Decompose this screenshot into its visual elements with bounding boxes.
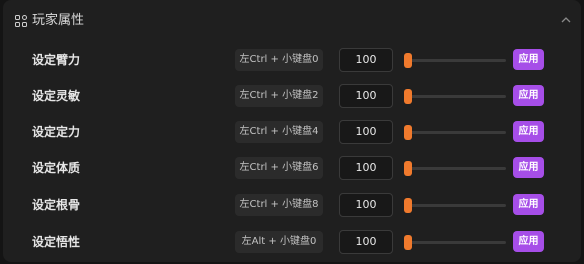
attribute-slider[interactable] (404, 158, 506, 178)
slider-thumb[interactable] (404, 198, 412, 213)
attribute-label: 设定灵敏 (32, 89, 81, 103)
attribute-label: 设定体质 (32, 161, 81, 175)
hotkey-badge[interactable]: 左Ctrl + 小键盘2 (235, 85, 323, 107)
attribute-slider[interactable] (404, 122, 506, 142)
attribute-row: 设定根骨 左Ctrl + 小键盘8 100 应用 (3, 189, 581, 221)
apply-button[interactable]: 应用 (513, 85, 544, 106)
hotkey-badge[interactable]: 左Ctrl + 小键盘0 (235, 49, 323, 71)
slider-thumb[interactable] (404, 89, 412, 104)
attribute-row: 设定悟性 左Alt + 小键盘0 100 应用 (3, 226, 581, 258)
panel-title: 玩家属性 (32, 13, 85, 28)
slider-thumb[interactable] (404, 161, 412, 176)
slider-thumb[interactable] (404, 125, 412, 140)
attribute-label: 设定定力 (32, 125, 81, 139)
attribute-row: 设定体质 左Ctrl + 小键盘6 100 应用 (3, 152, 581, 184)
attribute-label: 设定悟性 (32, 235, 81, 249)
attribute-row: 设定定力 左Ctrl + 小键盘4 100 应用 (3, 116, 581, 148)
panel-header[interactable]: 玩家属性 (3, 0, 581, 42)
attribute-slider[interactable] (404, 86, 506, 106)
hotkey-badge[interactable]: 左Ctrl + 小键盘4 (235, 121, 323, 143)
attribute-value-input[interactable]: 100 (339, 48, 393, 72)
attribute-label: 设定臂力 (32, 53, 81, 67)
slider-track[interactable] (408, 95, 506, 98)
attribute-label: 设定根骨 (32, 198, 81, 212)
slider-thumb[interactable] (404, 53, 412, 68)
player-attributes-panel: 玩家属性 设定臂力 左Ctrl + 小键盘0 100 应用 设定灵敏 左Ctrl… (3, 0, 581, 262)
attribute-value-input[interactable]: 100 (339, 156, 393, 180)
slider-thumb[interactable] (404, 235, 412, 250)
attribute-slider[interactable] (404, 50, 506, 70)
attribute-slider[interactable] (404, 195, 506, 215)
chevron-up-icon[interactable] (561, 16, 571, 24)
slider-track[interactable] (408, 241, 506, 244)
apply-button[interactable]: 应用 (513, 231, 544, 252)
apply-button[interactable]: 应用 (513, 121, 544, 142)
attribute-value-input[interactable]: 100 (339, 84, 393, 108)
attributes-icon (15, 15, 27, 27)
apply-button[interactable]: 应用 (513, 49, 544, 70)
hotkey-badge[interactable]: 左Ctrl + 小键盘6 (235, 157, 323, 179)
attribute-row: 设定臂力 左Ctrl + 小键盘0 100 应用 (3, 44, 581, 76)
apply-button[interactable]: 应用 (513, 157, 544, 178)
attribute-value-input[interactable]: 100 (339, 193, 393, 217)
slider-track[interactable] (408, 204, 506, 207)
attribute-row: 设定灵敏 左Ctrl + 小键盘2 100 应用 (3, 80, 581, 112)
hotkey-badge[interactable]: 左Ctrl + 小键盘8 (235, 194, 323, 216)
attribute-slider[interactable] (404, 232, 506, 252)
hotkey-badge[interactable]: 左Alt + 小键盘0 (235, 231, 323, 253)
attribute-value-input[interactable]: 100 (339, 120, 393, 144)
slider-track[interactable] (408, 131, 506, 134)
apply-button[interactable]: 应用 (513, 194, 544, 215)
attribute-value-input[interactable]: 100 (339, 230, 393, 254)
slider-track[interactable] (408, 167, 506, 170)
slider-track[interactable] (408, 59, 506, 62)
